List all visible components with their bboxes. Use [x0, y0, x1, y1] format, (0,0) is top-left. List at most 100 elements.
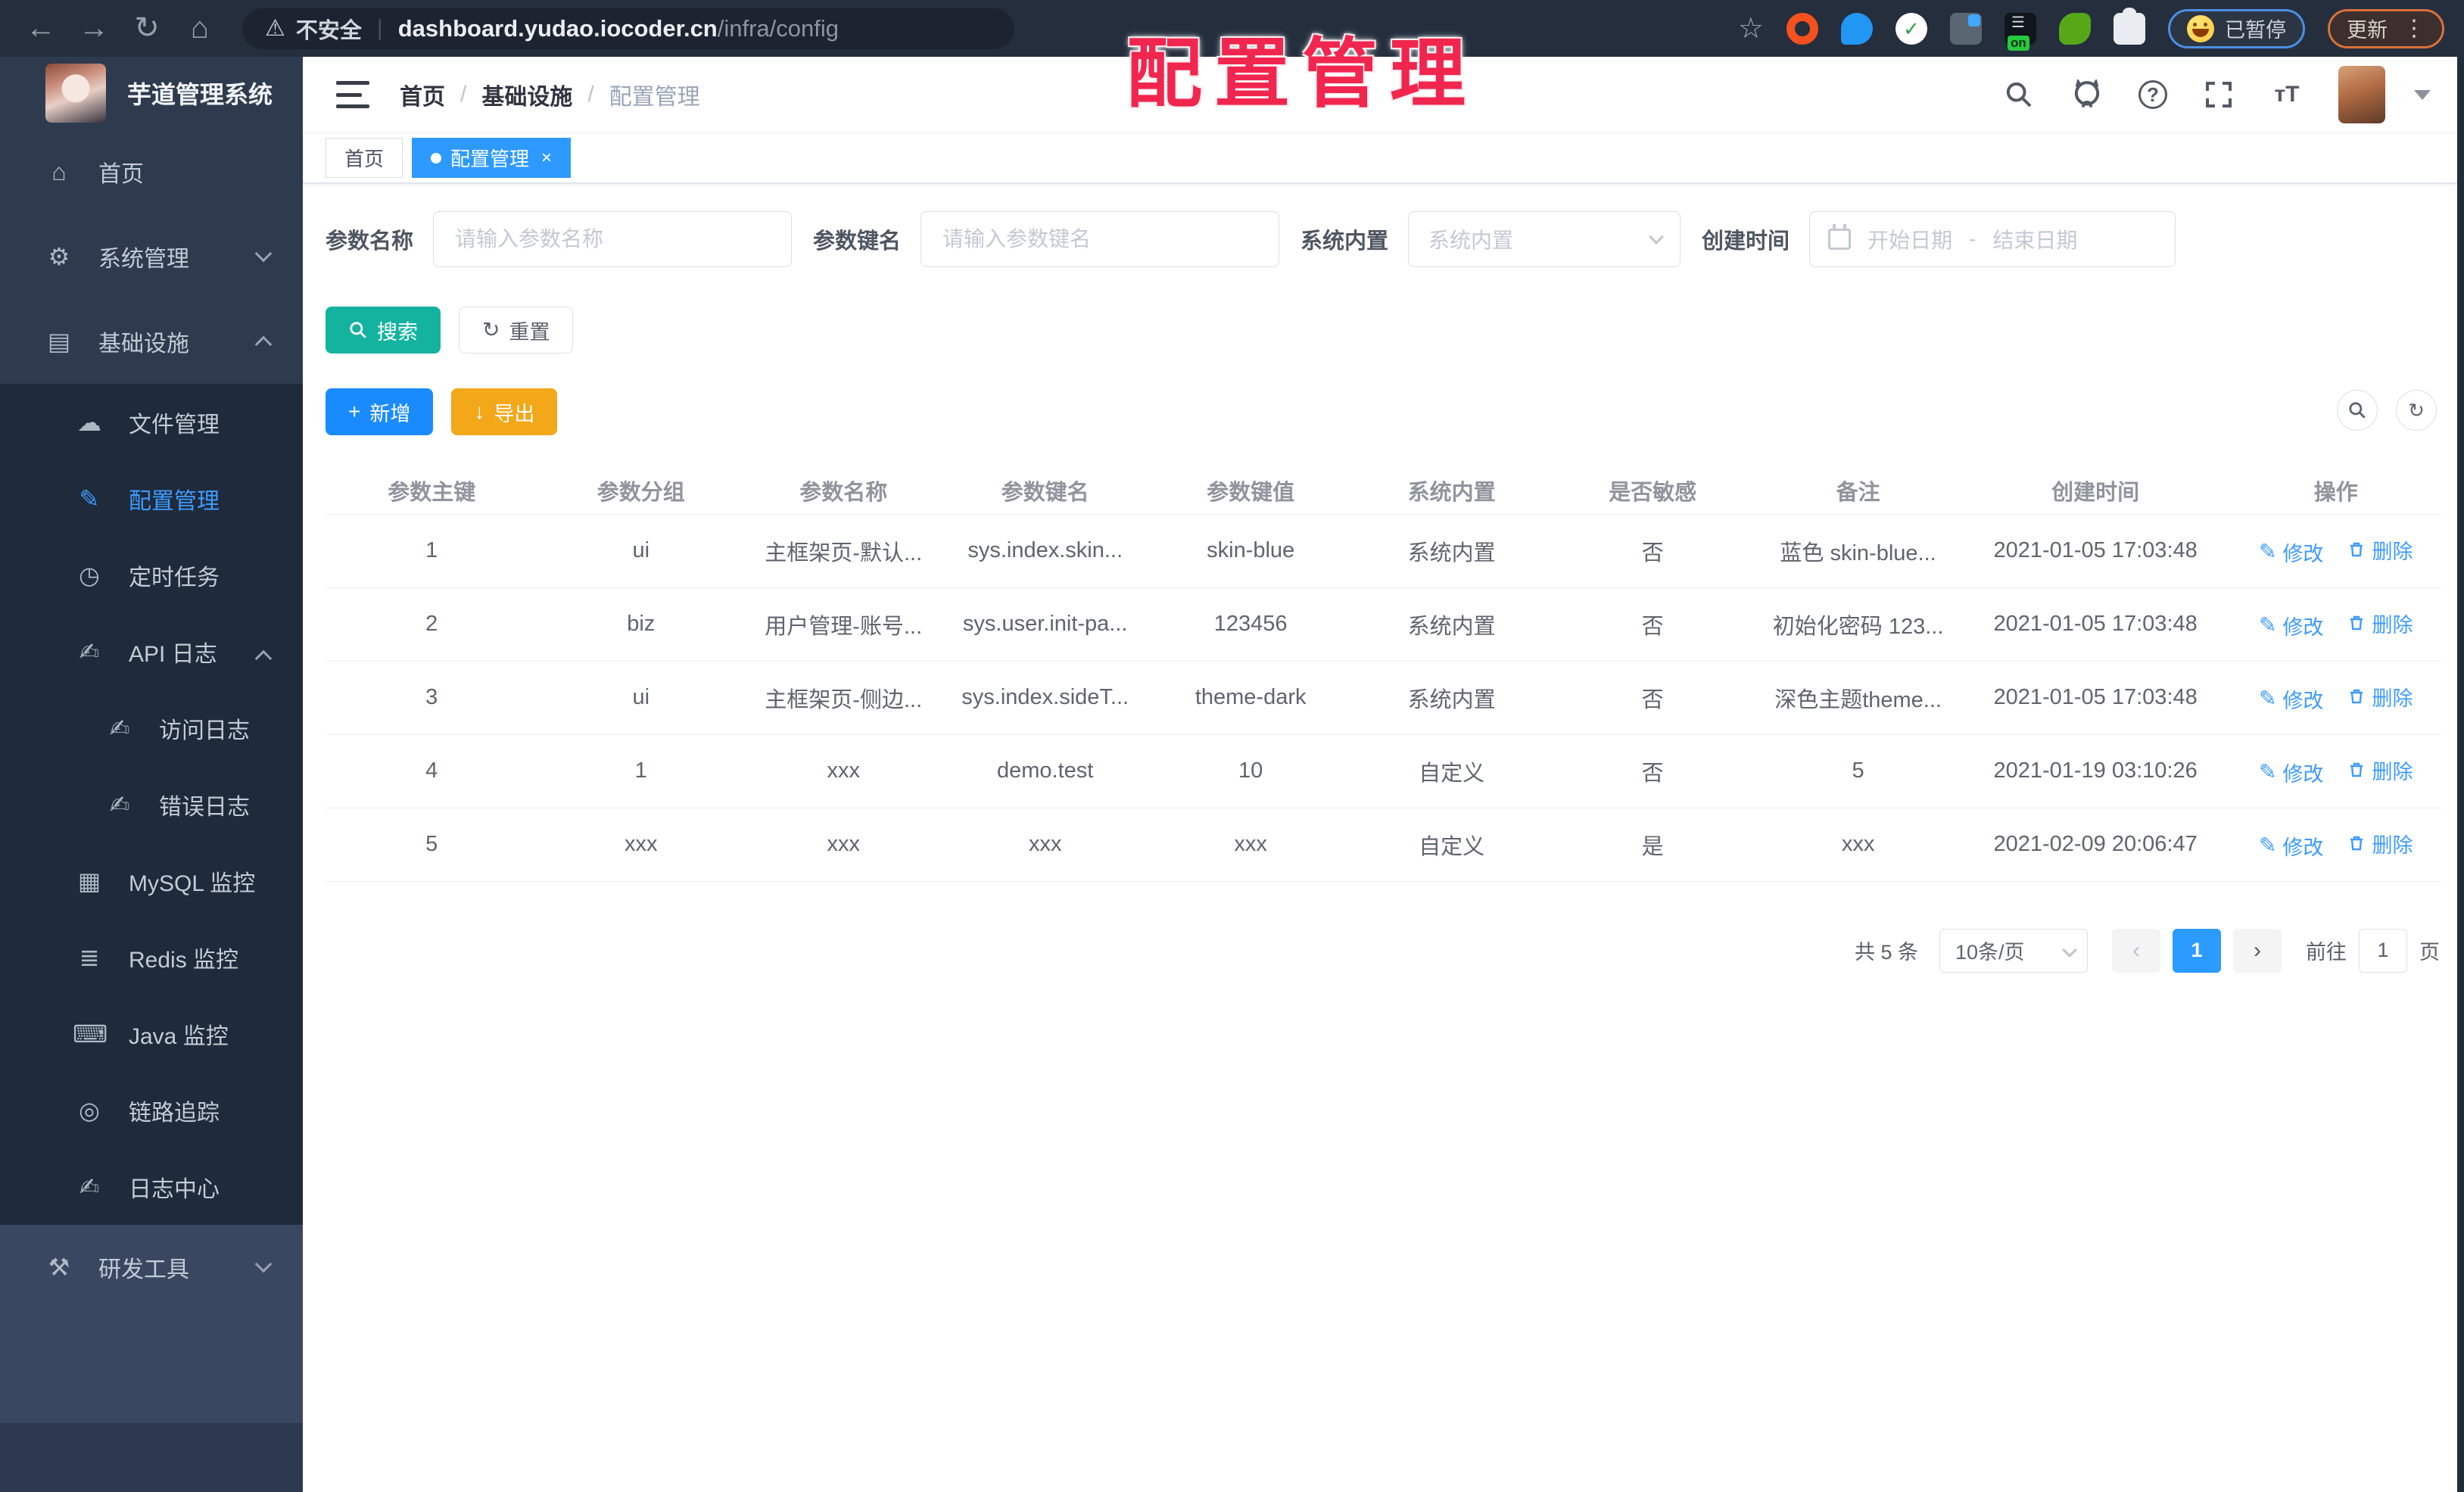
edit-link[interactable]: ✎ 修改: [2259, 758, 2323, 787]
extension-ring-icon[interactable]: [1786, 12, 1818, 45]
edit-link[interactable]: ✎ 修改: [2259, 684, 2323, 714]
extension-pin-icon[interactable]: [1841, 12, 1873, 45]
extension-check-icon[interactable]: ✓: [1896, 12, 1927, 45]
system-type-select[interactable]: 系统内置: [1408, 211, 1681, 267]
back-icon[interactable]: ←: [20, 0, 62, 57]
address-bar[interactable]: ⚠ 不安全 | dashboard.yudao.iocoder.cn /infr…: [242, 8, 1014, 49]
cell-id: 1: [326, 514, 538, 588]
trash-icon: [2350, 542, 2363, 557]
delete-link[interactable]: 删除: [2347, 829, 2413, 858]
param-key-input[interactable]: [920, 211, 1280, 267]
fullscreen-icon[interactable]: [2202, 78, 2235, 111]
sidebar-item-files[interactable]: ☁ 文件管理: [0, 384, 303, 460]
sidebar-item-label: 文件管理: [129, 412, 220, 438]
reset-button[interactable]: ↻ 重置: [459, 307, 574, 354]
reload-icon[interactable]: ↻: [126, 0, 168, 57]
extension-grid-icon[interactable]: [1950, 12, 1982, 45]
export-button[interactable]: ↓ 导出: [451, 388, 558, 435]
sidebar-item-java[interactable]: ⌨ Java 监控: [0, 995, 303, 1072]
col-id: 参数主键: [326, 467, 538, 515]
update-button[interactable]: 更新 ⋮: [2328, 8, 2444, 48]
extension-on-icon[interactable]: [2005, 12, 2036, 51]
add-button[interactable]: + 新增: [326, 388, 434, 435]
sidebar-item-jobs[interactable]: ◷ 定时任务: [0, 537, 303, 613]
page-size-value: 10条/页: [1955, 941, 2025, 964]
next-page-button[interactable]: ›: [2233, 928, 2282, 973]
tab-home[interactable]: 首页: [326, 138, 403, 178]
url-separator: |: [376, 15, 383, 41]
url-domain: dashboard.yudao.iocoder.cn: [397, 14, 718, 42]
date-range-picker[interactable]: 开始日期 - 结束日期: [1809, 211, 2176, 267]
sidebar-item-system[interactable]: ⚙ 系统管理: [0, 214, 303, 299]
security-label[interactable]: 不安全: [296, 13, 362, 45]
collapse-sidebar-icon[interactable]: [336, 81, 369, 108]
logo[interactable]: 芋道管理系统: [0, 57, 303, 129]
prev-page-button[interactable]: ‹: [2112, 928, 2160, 973]
edit-icon: ✎: [2258, 687, 2277, 710]
cell-id: 4: [326, 734, 538, 808]
tab-config[interactable]: 配置管理 ×: [412, 138, 572, 178]
gear-icon: ⚙: [48, 243, 70, 270]
edit-link[interactable]: ✎ 修改: [2259, 611, 2323, 640]
param-name-input[interactable]: [433, 211, 793, 267]
breadcrumb-home[interactable]: 首页: [400, 78, 445, 111]
delete-link[interactable]: 删除: [2347, 682, 2413, 712]
bookmark-star-icon[interactable]: ☆: [1738, 11, 1764, 45]
delete-link[interactable]: 删除: [2347, 535, 2413, 565]
search-button[interactable]: 搜索: [326, 307, 441, 354]
log-icon: ✍: [79, 637, 100, 665]
cell-value: 123456: [1147, 587, 1354, 662]
breadcrumb-separator: /: [587, 82, 594, 107]
delete-link[interactable]: 删除: [2347, 755, 2413, 785]
sidebar-item-config[interactable]: ✎ 配置管理: [0, 460, 303, 537]
table-row: 2 biz 用户管理-账号... sys.user.init-pa... 123…: [326, 587, 2441, 662]
sidebar-item-error-log[interactable]: ✍ 错误日志: [0, 766, 303, 843]
close-icon[interactable]: ×: [541, 148, 552, 169]
trash-icon: [2350, 762, 2363, 777]
sidebar-item-label: API 日志: [129, 641, 217, 667]
export-button-label: 导出: [494, 402, 535, 425]
sidebar-item-infra[interactable]: ▤ 基础设施: [0, 299, 303, 384]
search-icon[interactable]: [2002, 78, 2036, 111]
sidebar-item-redis[interactable]: ≣ Redis 监控: [0, 919, 303, 995]
table-row: 3 ui 主框架页-侧边... sys.index.sideT... theme…: [326, 661, 2441, 735]
more-menu-icon[interactable]: ⋮: [2403, 15, 2425, 42]
sidebar-item-mysql[interactable]: ▦ MySQL 监控: [0, 843, 303, 919]
window-right-edge: [2457, 57, 2464, 1492]
refresh-table-button[interactable]: ↻: [2396, 390, 2437, 431]
page-size-select[interactable]: 10条/页: [1939, 928, 2088, 973]
sidebar-item-access-log[interactable]: ✍ 访问日志: [0, 690, 303, 766]
edit-link[interactable]: ✎ 修改: [2259, 831, 2323, 861]
help-icon[interactable]: ?: [2138, 80, 2167, 109]
active-dot-icon: [431, 152, 442, 164]
page-number-1[interactable]: 1: [2173, 928, 2221, 973]
sidebar-item-dev-tools[interactable]: ⚒ 研发工具: [0, 1225, 303, 1310]
cell-key: sys.index.sideT...: [942, 661, 1148, 735]
goto-page-input[interactable]: [2359, 928, 2407, 973]
extension-leaf-icon[interactable]: [2059, 12, 2091, 45]
forward-icon[interactable]: →: [73, 0, 115, 57]
breadcrumb-infra[interactable]: 基础设施: [481, 78, 572, 111]
extensions-puzzle-icon[interactable]: [2114, 7, 2145, 45]
paused-label: 已暂停: [2225, 19, 2286, 42]
refresh-icon: ↻: [482, 318, 500, 341]
sidebar-item-trace[interactable]: ◎ 链路追踪: [0, 1072, 303, 1148]
github-icon[interactable]: [2070, 78, 2104, 111]
home-icon[interactable]: ⌂: [179, 0, 221, 57]
sidebar-item-home[interactable]: ⌂ 首页: [0, 129, 303, 214]
sidebar-item-label: 研发工具: [98, 1257, 189, 1282]
edit-link[interactable]: ✎ 修改: [2259, 537, 2323, 567]
sidebar: 芋道管理系统 ⌂ 首页 ⚙ 系统管理 ▤ 基础设施 ☁ 文件管理 ✎ 配置管理: [0, 57, 303, 1492]
database-icon: ▦: [77, 867, 101, 895]
avatar[interactable]: [2338, 66, 2385, 123]
trash-icon: [2350, 689, 2363, 704]
toggle-search-button[interactable]: [2337, 390, 2378, 431]
caret-down-icon[interactable]: [2414, 89, 2431, 100]
delete-link[interactable]: 删除: [2347, 609, 2413, 638]
sidebar-item-log-center[interactable]: ✍ 日志中心: [0, 1148, 303, 1225]
sidebar-item-api-log[interactable]: ✍ API 日志: [0, 613, 303, 690]
paused-badge[interactable]: 已暂停: [2168, 8, 2305, 48]
cell-type: 自定义: [1353, 808, 1550, 882]
home-icon: ⌂: [51, 157, 67, 185]
font-size-icon[interactable]: ᴛT: [2270, 78, 2304, 111]
